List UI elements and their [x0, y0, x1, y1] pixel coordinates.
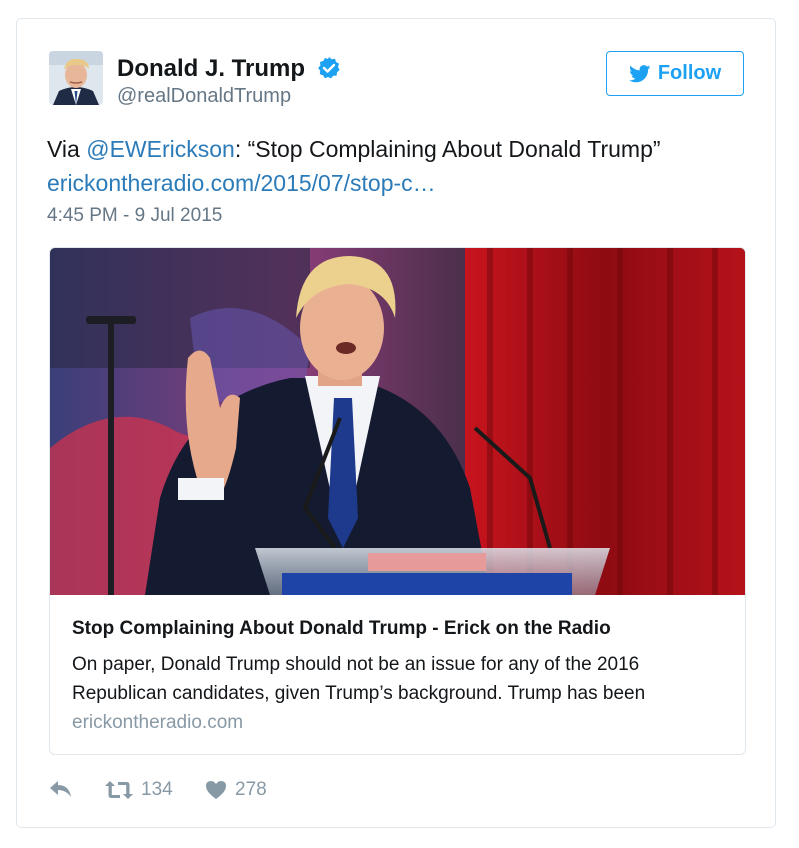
tweet-text: Via @EWErickson: “Stop Complaining About…: [47, 132, 747, 200]
tweet-prefix: Via: [47, 136, 87, 162]
card-image[interactable]: [50, 248, 745, 595]
follow-button[interactable]: Follow: [606, 51, 744, 96]
retweet-button[interactable]: 134: [105, 779, 173, 801]
verified-badge-icon: [317, 56, 341, 80]
card-title[interactable]: Stop Complaining About Donald Trump - Er…: [72, 618, 611, 640]
retweet-count: 134: [141, 779, 173, 800]
like-button[interactable]: 278: [205, 779, 267, 801]
reply-icon: [49, 779, 73, 799]
author-handle[interactable]: @realDonaldTrump: [117, 85, 291, 108]
tweet-timestamp[interactable]: 4:45 PM - 9 Jul 2015: [47, 205, 222, 227]
mention-link[interactable]: @EWErickson: [86, 136, 235, 162]
card-description: On paper, Donald Trump should not be an …: [72, 654, 646, 704]
article-link[interactable]: erickontheradio.com/2015/07/stop-c…: [47, 170, 436, 196]
avatar[interactable]: [49, 51, 103, 105]
link-card[interactable]: Stop Complaining About Donald Trump - Er…: [49, 247, 746, 755]
tweet-card: Donald J. Trump @realDonaldTrump Follow …: [16, 18, 776, 828]
retweet-icon: [105, 780, 133, 800]
author-name[interactable]: Donald J. Trump: [117, 55, 305, 83]
card-domain: erickontheradio.com: [72, 712, 244, 733]
follow-label: Follow: [657, 62, 722, 84]
twitter-bird-icon: [628, 64, 651, 83]
like-count: 278: [235, 779, 267, 800]
tweet-quote: : “Stop Complaining About Donald Trump”: [234, 136, 661, 162]
reply-button[interactable]: [49, 779, 73, 799]
heart-icon: [205, 780, 227, 800]
